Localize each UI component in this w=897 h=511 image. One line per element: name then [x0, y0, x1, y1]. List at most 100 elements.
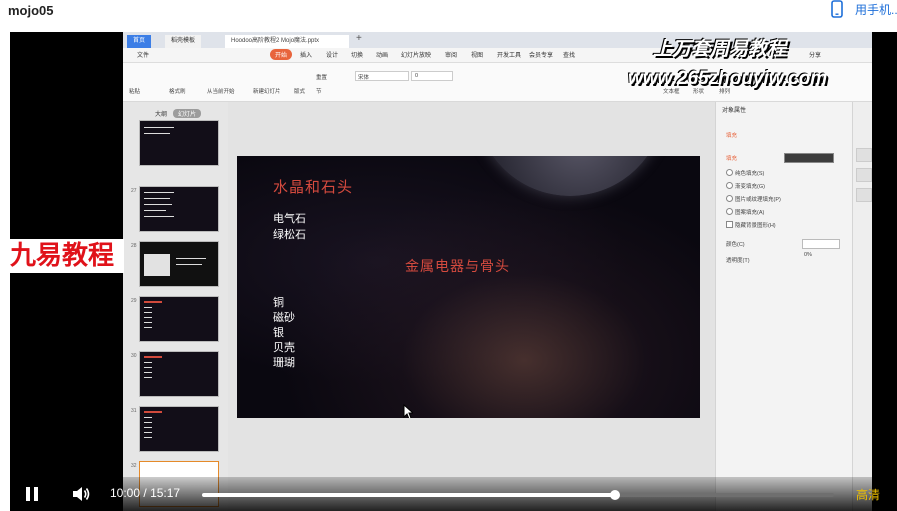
- font-name-box: 宋体: [355, 71, 409, 81]
- current-time: 10:00: [110, 486, 141, 500]
- properties-icon: [856, 148, 872, 162]
- fill-option-picture: 图片或纹理填充(P): [735, 197, 781, 203]
- watermark-label: 九易教程: [10, 239, 124, 273]
- progress-handle[interactable]: [610, 490, 621, 500]
- fill-option-gradient: 渐变填充(G): [735, 184, 765, 190]
- slide-item-5: 贝壳: [273, 342, 295, 354]
- panel-title: 对象属性: [722, 108, 747, 114]
- ribbon-play-current: 从当前开始: [207, 89, 235, 95]
- radio-gradient: [726, 182, 733, 189]
- thumbnail-number: 27: [131, 188, 137, 194]
- object-properties-panel: 对象属性 填充 填充 纯色填充(S) 渐变填充(G) 图片或纹理填充(P) 图案…: [715, 102, 872, 511]
- checkbox-hide-bg: [726, 221, 733, 228]
- menu-share: 分享: [809, 53, 822, 59]
- slide-item-2: 铜: [273, 297, 284, 309]
- font-size-value: 0: [415, 73, 419, 79]
- slide-thumbnail: [139, 241, 219, 287]
- video-controls: 10:00 / 15:17 高清: [10, 477, 897, 511]
- menu-design: 设计: [326, 53, 339, 59]
- slide-title: 水晶和石头: [273, 179, 354, 196]
- menu-animation: 动画: [376, 53, 389, 59]
- slide-thumbnail: [139, 406, 219, 452]
- wps-window-frame: 首页 稻壳模板 Hoodoo高阶教程2 Mojo魔法.pptx + 文件 开始 …: [123, 32, 872, 511]
- animation-icon: [856, 168, 872, 182]
- slide-item-1: 绿松石: [273, 229, 306, 241]
- ribbon-layout: 版式: [294, 89, 306, 95]
- menu-review: 审阅: [445, 53, 458, 59]
- menu-search: 查找: [563, 53, 576, 59]
- slide-thumbnail-panel: 大纲 幻灯片 27 28 29 30 31 32: [123, 102, 228, 511]
- time-separator: /: [143, 486, 147, 500]
- font-size-box: 0: [411, 71, 453, 81]
- phone-icon[interactable]: [830, 0, 844, 18]
- wps-tab-home: 首页: [127, 35, 152, 48]
- brand-overlay: 上万套周易教程: [653, 39, 787, 60]
- radio-pattern: [726, 208, 733, 215]
- radio-solid: [726, 169, 733, 176]
- menu-transition: 切换: [351, 53, 364, 59]
- transparency-label: 透明度(T): [726, 258, 750, 264]
- menu-member: 会员专享: [529, 53, 554, 59]
- fill-option-solid: 纯色填充(S): [735, 171, 765, 177]
- quality-selector[interactable]: 高清: [856, 486, 880, 503]
- pause-icon[interactable]: [26, 487, 40, 501]
- page-title: mojo05: [8, 3, 54, 18]
- menu-developer: 开发工具: [497, 53, 522, 59]
- color-label: 颜色(C): [726, 242, 745, 248]
- time-display: 10:00 / 15:17: [110, 486, 180, 500]
- brand-url-overlay: www.265zhouyiw.com: [628, 68, 828, 89]
- slide-item-0: 电气石: [273, 213, 306, 225]
- menu-slideshow: 幻灯片放映: [401, 53, 432, 59]
- page-header: mojo05 用手机...: [0, 0, 897, 32]
- menu-start: 开始: [270, 49, 293, 60]
- ribbon-paste: 粘贴: [129, 89, 141, 95]
- thumbnail-number: 29: [131, 298, 137, 304]
- video-letterbox-right: [872, 32, 897, 511]
- panel-tab-fill: 填充: [726, 133, 738, 139]
- menu-view: 视图: [471, 53, 484, 59]
- slide-thumbnail: [139, 186, 219, 232]
- layout-icon: [856, 188, 872, 202]
- fill-color-swatch: [784, 153, 834, 163]
- color-select: [802, 239, 840, 249]
- total-duration: 15:17: [150, 486, 181, 500]
- panel-icon-strip: [852, 102, 872, 511]
- new-tab-icon: +: [356, 33, 362, 44]
- video-player[interactable]: 首页 稻壳模板 Hoodoo高阶教程2 Mojo魔法.pptx + 文件 开始 …: [10, 32, 897, 511]
- font-name-value: 宋体: [358, 75, 370, 81]
- fill-section-title: 填充: [726, 156, 738, 162]
- slide-item-6: 珊瑚: [273, 357, 295, 369]
- ribbon-format-painter: 格式刷: [169, 89, 186, 95]
- ribbon-section: 节: [316, 89, 322, 95]
- tab-slides: 幻灯片: [173, 109, 202, 118]
- thumbnail-number: 28: [131, 243, 137, 249]
- slide-item-3: 磁砂: [273, 312, 295, 324]
- fill-option-hide-bg: 隐藏背景图形(H): [735, 223, 776, 229]
- volume-icon[interactable]: [71, 485, 91, 503]
- slide-thumbnail: [139, 120, 219, 166]
- mouse-cursor-icon: [403, 404, 413, 418]
- slide-editor: 水晶和石头 电气石 绿松石 金属电器与骨头 铜 磁砂 银 贝壳 珊瑚: [228, 102, 715, 511]
- menu-insert: 插入: [300, 53, 313, 59]
- progress-fill: [202, 493, 616, 497]
- planet-image: [475, 156, 665, 196]
- current-slide: 水晶和石头 电气石 绿松石 金属电器与骨头 铜 磁砂 银 贝壳 珊瑚: [237, 156, 700, 418]
- radio-picture: [726, 195, 733, 202]
- wps-tab-template: 稻壳模板: [165, 35, 202, 48]
- slide-thumbnail: [139, 351, 219, 397]
- ribbon-reset: 重置: [316, 75, 328, 81]
- slide-thumbnail: [139, 296, 219, 342]
- thumbnail-number: 30: [131, 353, 137, 359]
- fill-option-pattern: 图案填充(A): [735, 210, 765, 216]
- wps-tab-document: Hoodoo高阶教程2 Mojo魔法.pptx: [225, 35, 349, 48]
- slide-subheading: 金属电器与骨头: [405, 258, 510, 274]
- mobile-view-link[interactable]: 用手机...: [855, 1, 897, 18]
- progress-bar[interactable]: [202, 490, 834, 500]
- transparency-value: 0%: [804, 252, 812, 258]
- thumbnail-number: 31: [131, 408, 137, 414]
- tab-outline: 大纲: [155, 112, 168, 118]
- slide-item-4: 银: [273, 327, 284, 339]
- ribbon-new-slide: 新建幻灯片: [253, 89, 281, 95]
- thumbnail-number: 32: [131, 463, 137, 469]
- menu-file: 文件: [137, 53, 150, 59]
